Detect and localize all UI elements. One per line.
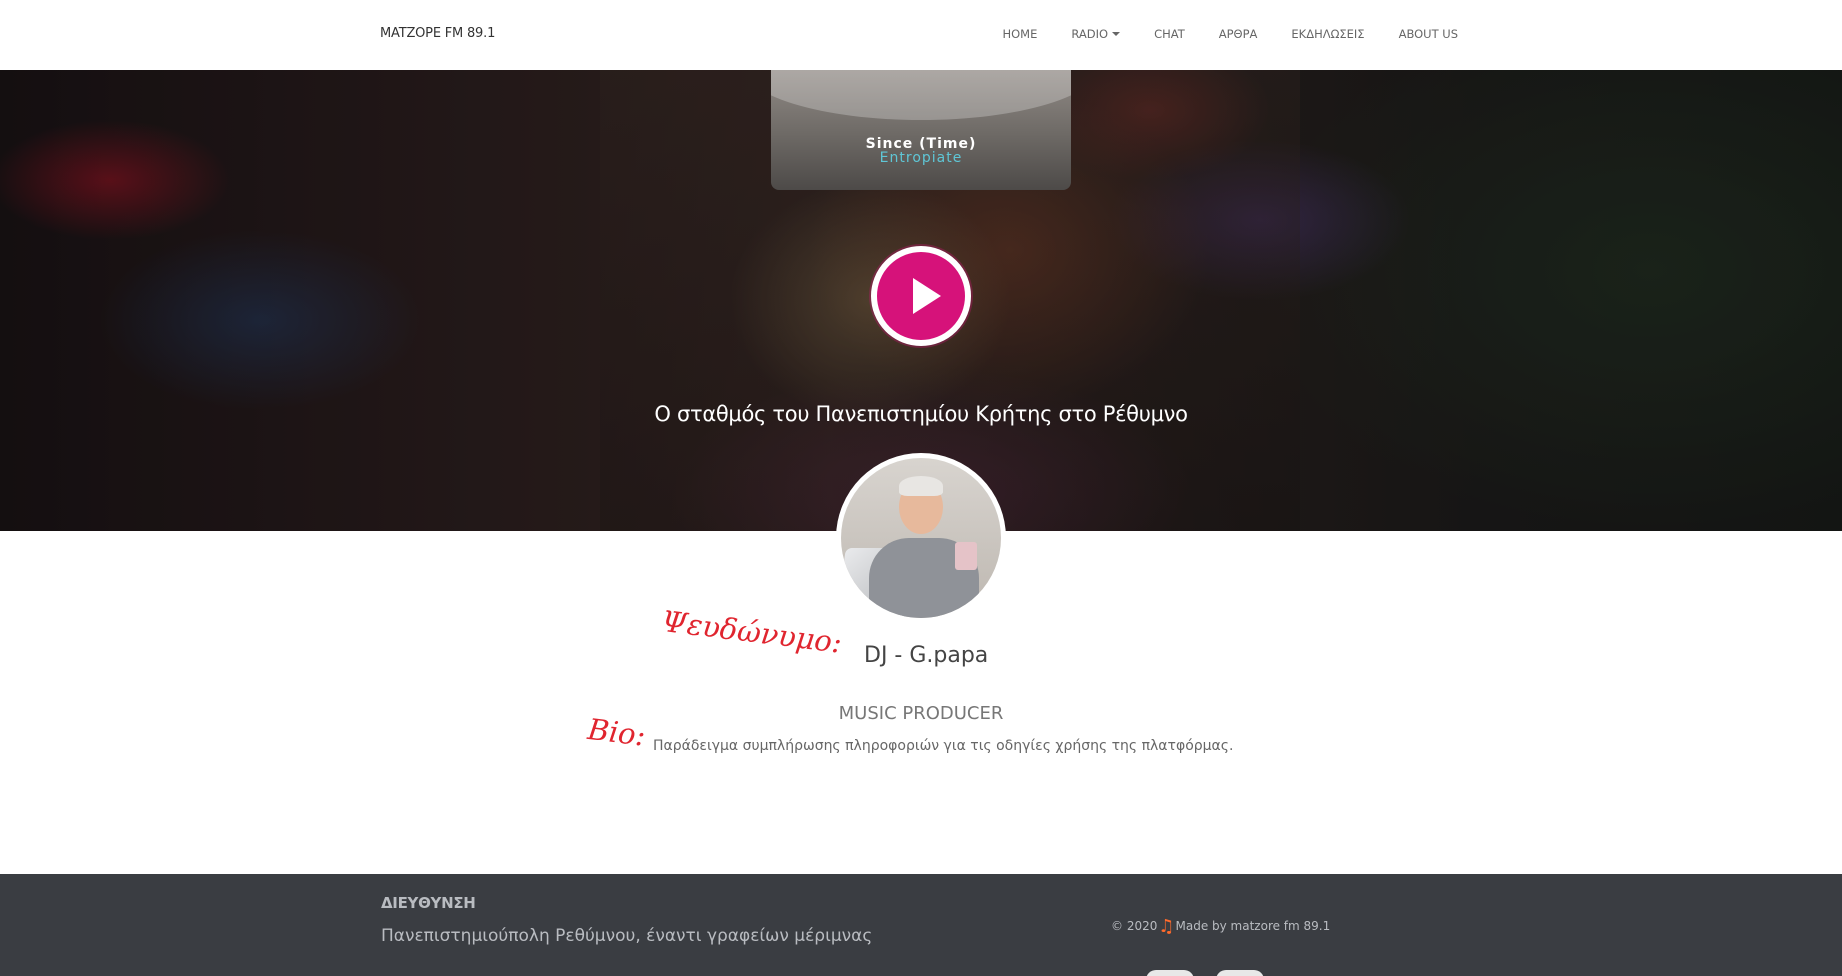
now-playing-artist: Entropiate [879,150,963,166]
brand-logo[interactable]: MATZOPE FM 89.1 [380,26,495,41]
play-icon [913,278,941,314]
nickname-value: DJ - G.papa [864,643,989,668]
nav-about-us[interactable]: ABOUT US [1382,27,1458,41]
copyright-year: © 2020 [1111,919,1158,933]
nav-radio-dropdown[interactable]: RADIO [1054,27,1137,41]
avatar-hair [899,476,943,496]
dj-role: MUSIC PRODUCER [838,703,1004,724]
hero-tagline: Ο σταθμός του Πανεπιστημίου Κρήτης στο Ρ… [654,402,1188,426]
music-note-icon: ♫ [1158,916,1175,937]
nav-menu: HOME RADIO CHAT ΑΡΘΡΑ ΕΚΔΗΛΩΣΕΙΣ ABOUT U… [985,27,1458,41]
play-button[interactable] [871,246,971,346]
nav-events[interactable]: ΕΚΔΗΛΩΣΕΙΣ [1274,27,1381,41]
nav-articles[interactable]: ΑΡΘΡΑ [1202,27,1275,41]
footer-copyright: © 2020♫Made by matzore fm 89.1 [1111,916,1330,937]
nav-radio-label: RADIO [1071,27,1109,41]
dj-avatar [836,453,1006,623]
footer-social-button[interactable] [1146,970,1194,976]
nickname-label: Ψευδώνυμο: [659,604,844,660]
bio-text: Παράδειγμα συμπλήρωσης πληροφοριών για τ… [653,738,1234,754]
navbar: MATZOPE FM 89.1 HOME RADIO CHAT ΑΡΘΡΑ ΕΚ… [0,0,1842,70]
bio-label: Bio: [585,712,648,753]
caret-down-icon [1112,32,1121,36]
nav-home[interactable]: HOME [985,27,1054,41]
footer: ΔΙΕΥΘΥΝΣΗ Πανεπιστημιούπολη Ρεθύμνου, έν… [0,874,1842,976]
now-playing-card: Since (Time) Entropiate [771,70,1071,190]
avatar-mug [955,542,977,570]
footer-address: Πανεπιστημιούπολη Ρεθύμνου, έναντι γραφε… [381,926,873,946]
footer-address-title: ΔΙΕΥΘΥΝΣΗ [381,894,476,912]
nav-chat[interactable]: CHAT [1137,27,1202,41]
footer-social-button[interactable] [1216,970,1264,976]
copyright-credit: Made by matzore fm 89.1 [1175,919,1331,933]
avatar-photo [841,458,1001,618]
